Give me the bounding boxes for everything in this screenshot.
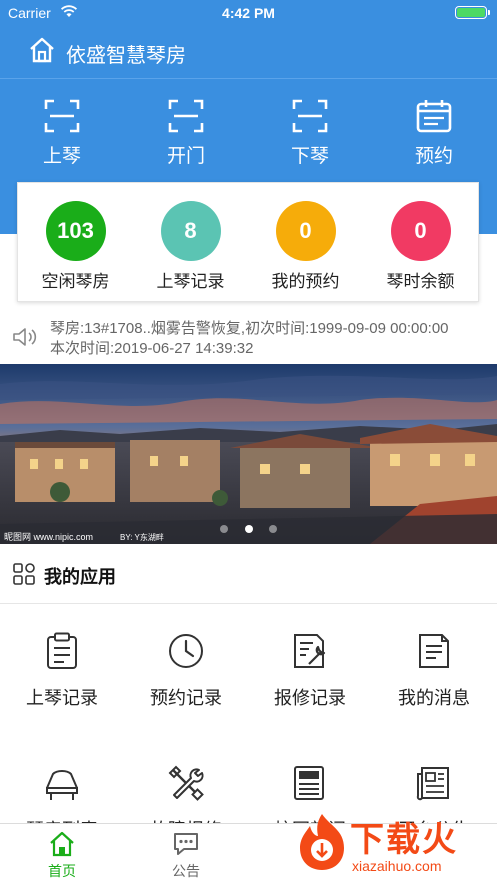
carousel-dot[interactable]: [268, 525, 277, 533]
stat-time-balance[interactable]: 0 琴时余额: [363, 201, 478, 292]
download-site-watermark: 下载火 xiazaihuo.com: [292, 808, 497, 883]
app-reservation-records[interactable]: 预约记录: [124, 632, 248, 710]
chat-icon: [174, 833, 198, 855]
action-xiaqin-button[interactable]: 下琴: [265, 99, 355, 168]
notice-paper-icon: [416, 767, 449, 801]
action-reserve-button[interactable]: 预约: [389, 99, 479, 168]
carousel-dot-active[interactable]: [244, 525, 253, 533]
watermark-url: xiazaihuo.com: [352, 858, 442, 874]
action-label: 预约: [414, 146, 453, 167]
stat-label: 琴时余额: [386, 272, 455, 291]
action-label: 开门: [166, 146, 205, 167]
tab-home[interactable]: 首页: [0, 830, 124, 881]
newspaper-icon: [294, 766, 324, 800]
calendar-icon: [416, 100, 452, 133]
banner-image: 昵图网 www.nipic.com BY: Y东湖畔: [0, 364, 497, 544]
scan-icon: [292, 99, 328, 133]
app-label: 上琴记录: [26, 688, 98, 708]
status-bar: Carrier 4:42 PM: [0, 0, 497, 26]
speaker-icon: [13, 328, 37, 346]
app-label: 预约记录: [150, 688, 222, 708]
app-repair-records[interactable]: 报修记录: [248, 632, 372, 710]
app-header: 依盛智慧琴房: [0, 26, 497, 78]
clipboard-icon: [47, 632, 77, 669]
stat-play-records[interactable]: 8 上琴记录: [133, 201, 248, 292]
app-my-messages[interactable]: 我的消息: [372, 632, 496, 710]
notice-text: 琴房:13#1708..烟雾告警恢复,初次时间:1999-09-09 00:00…: [50, 320, 449, 357]
banner-carousel[interactable]: 昵图网 www.nipic.com BY: Y东湖畔: [0, 364, 497, 544]
clock: 4:42 PM: [222, 5, 275, 21]
notice-bar[interactable]: 琴房:13#1708..烟雾告警恢复,初次时间:1999-09-09 00:00…: [0, 312, 497, 364]
tools-icon: [168, 765, 204, 801]
home-icon[interactable]: [28, 36, 56, 64]
stat-label: 上琴记录: [156, 272, 225, 291]
watermark-brand: 下载火: [350, 821, 458, 859]
scan-icon: [44, 99, 80, 133]
stat-value: 0: [390, 201, 451, 261]
stat-value: 103: [45, 201, 106, 261]
scan-icon: [168, 99, 204, 133]
section-title: 我的应用: [44, 567, 116, 587]
clock-icon: [169, 634, 203, 668]
apps-grid-icon: [13, 563, 35, 585]
tab-label: 公告: [172, 863, 200, 879]
page-title: 依盛智慧琴房: [66, 45, 186, 67]
action-label: 下琴: [290, 146, 329, 167]
apps-section-header: 我的应用: [0, 544, 497, 604]
app-label: 报修记录: [274, 688, 346, 708]
action-shangqin-button[interactable]: 上琴: [17, 99, 107, 168]
app-label: 我的消息: [398, 688, 470, 708]
stat-value: 0: [275, 201, 336, 261]
repair-document-icon: [294, 634, 326, 668]
carousel-dot[interactable]: [220, 525, 229, 533]
action-open-door-button[interactable]: 开门: [141, 99, 231, 168]
piano-icon: [46, 770, 78, 800]
app-play-records[interactable]: 上琴记录: [0, 632, 124, 710]
stat-my-reservations[interactable]: 0 我的预约: [248, 201, 363, 292]
action-label: 上琴: [42, 146, 81, 167]
stat-label: 空闲琴房: [41, 272, 110, 291]
stat-free-rooms[interactable]: 103 空闲琴房: [18, 201, 133, 292]
stats-card: 103 空闲琴房 8 上琴记录 0 我的预约 0 琴时余额: [17, 182, 479, 302]
stat-value: 8: [160, 201, 221, 261]
home-icon: [50, 831, 74, 857]
flame-logo-icon: [300, 814, 344, 870]
tab-announcements[interactable]: 公告: [124, 830, 248, 881]
stat-label: 我的预约: [271, 272, 340, 291]
carousel-dots[interactable]: [0, 520, 497, 538]
tab-label: 首页: [48, 863, 76, 879]
battery-icon: [455, 6, 490, 19]
message-document-icon: [419, 634, 449, 668]
